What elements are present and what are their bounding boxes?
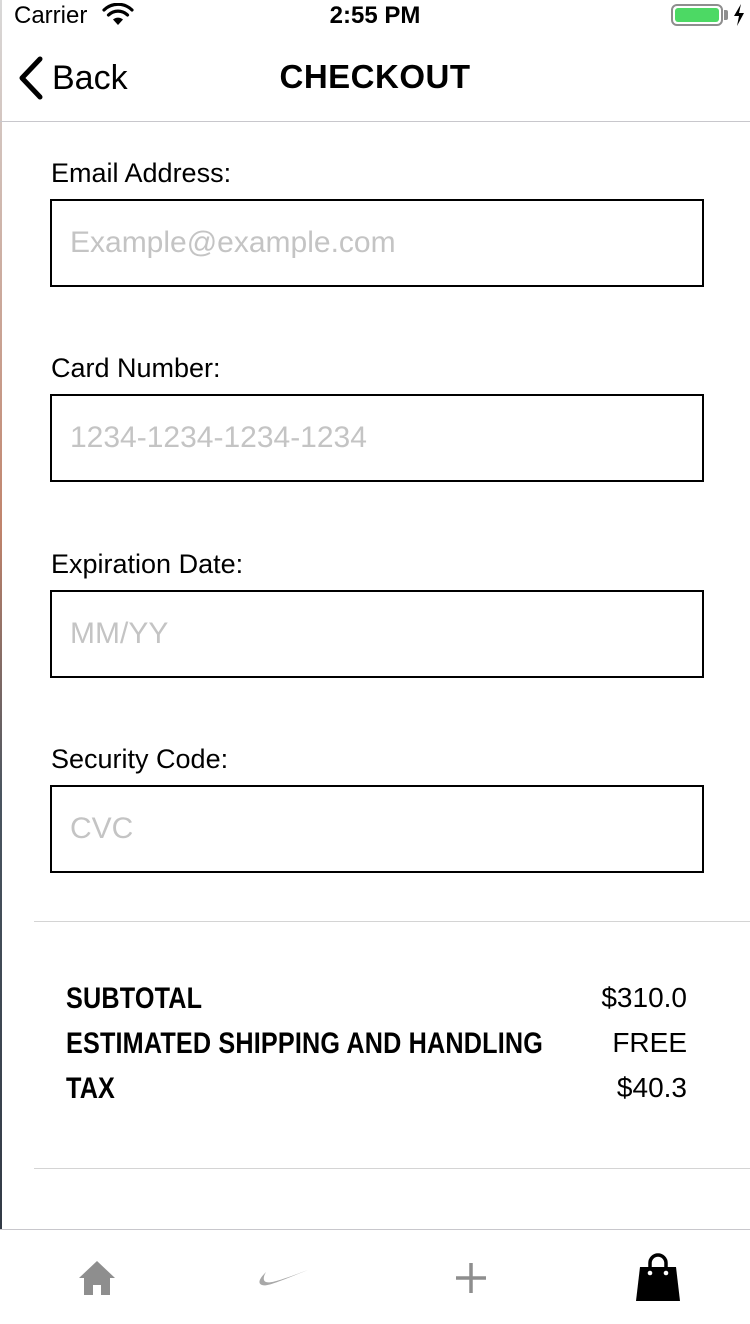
expiration-date-label: Expiration Date: (51, 549, 244, 579)
shipping-label: ESTIMATED SHIPPING AND HANDLING (66, 1027, 544, 1060)
status-bar: Carrier 2:55 PM (0, 0, 750, 30)
battery-level (675, 8, 719, 22)
tax-value: $40.3 (616, 1072, 687, 1103)
tab-brand[interactable] (208, 1230, 358, 1324)
divider (34, 1168, 750, 1169)
tab-home[interactable] (22, 1230, 172, 1324)
page-title: CHECKOUT (279, 58, 471, 95)
clock-label: 2:55 PM (329, 2, 421, 29)
tax-label: TAX (66, 1072, 116, 1105)
email-field[interactable] (50, 199, 704, 287)
tab-bag[interactable] (583, 1230, 733, 1324)
divider (34, 921, 750, 922)
tab-add[interactable] (396, 1230, 546, 1324)
shipping-value: FREE (612, 1027, 687, 1058)
email-label: Email Address: (51, 158, 232, 188)
tab-bar (0, 1229, 750, 1324)
shopping-bag-icon (636, 1252, 680, 1301)
window-edge (0, 0, 2, 1324)
home-icon (79, 1260, 115, 1295)
subtotal-value: $310.0 (601, 982, 687, 1013)
charging-bolt-icon (734, 4, 744, 26)
battery-cap (724, 10, 728, 20)
navigation-bar: Back CHECKOUT (0, 30, 750, 122)
security-code-field[interactable] (50, 785, 704, 873)
battery-icon (671, 4, 723, 26)
subtotal-row: SUBTOTAL $310.0 (66, 982, 687, 1022)
card-number-label: Card Number: (51, 353, 221, 383)
plus-icon (456, 1262, 486, 1293)
tax-row: TAX $40.3 (66, 1072, 687, 1112)
card-number-field[interactable] (50, 394, 704, 482)
swoosh-logo-icon (259, 1269, 308, 1285)
subtotal-label: SUBTOTAL (66, 982, 203, 1015)
expiration-date-field[interactable] (50, 590, 704, 678)
security-code-label: Security Code: (51, 744, 229, 774)
shipping-row: ESTIMATED SHIPPING AND HANDLING FREE (66, 1027, 687, 1067)
